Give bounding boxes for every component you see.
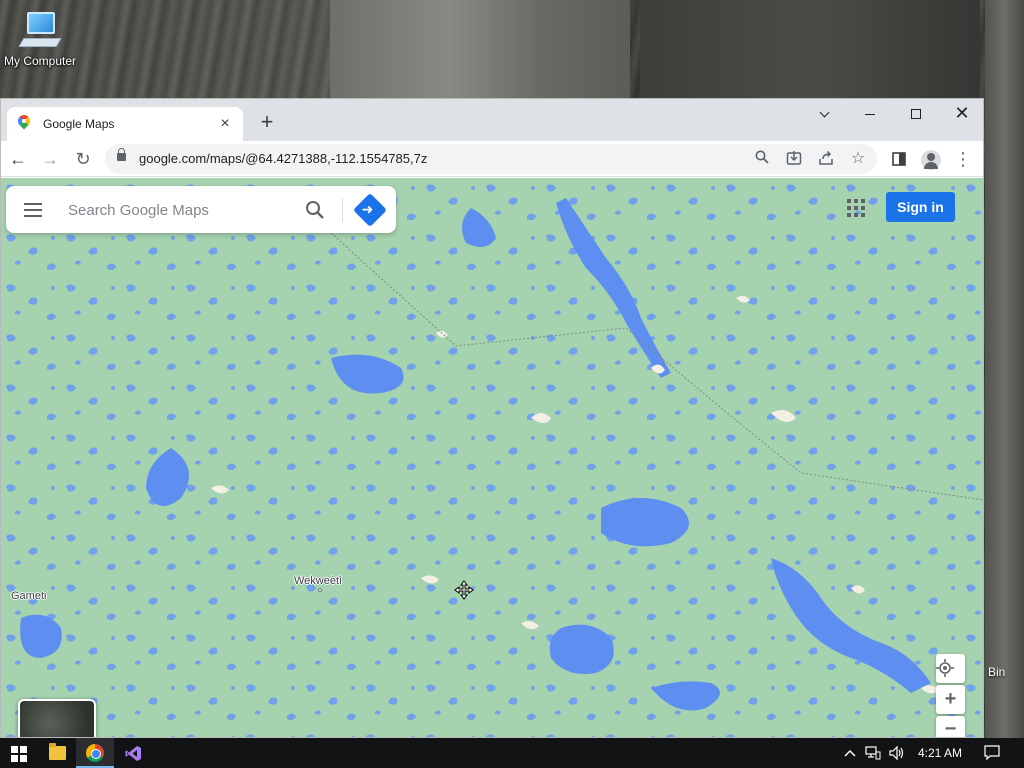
tab-close-icon[interactable]: ×: [217, 116, 233, 132]
side-panel-button[interactable]: [887, 147, 911, 171]
minimize-button[interactable]: [847, 99, 893, 129]
visual-studio-icon: [125, 746, 141, 761]
my-location-button[interactable]: [936, 654, 965, 683]
maximize-button[interactable]: [893, 99, 939, 129]
network-icon[interactable]: [864, 738, 882, 768]
chevron-down-icon: [819, 107, 829, 118]
close-icon: ✕: [954, 103, 970, 123]
tab-title: Google Maps: [43, 117, 115, 131]
start-button[interactable]: [0, 738, 38, 768]
search-divider: [342, 198, 343, 222]
place-marker-dot: [318, 588, 322, 592]
desktop-icon-my-computer[interactable]: My Computer: [2, 10, 78, 76]
sign-in-button[interactable]: Sign in: [886, 192, 955, 222]
taskbar-file-explorer[interactable]: [38, 738, 76, 768]
place-label-wekweeti[interactable]: Wekweètì: [294, 575, 342, 587]
maps-search-box[interactable]: Search Google Maps ➜: [6, 186, 396, 233]
tab-strip: Google Maps × + ✕: [1, 99, 983, 141]
bookmark-star-icon[interactable]: ☆: [849, 150, 867, 168]
taskbar-visual-studio[interactable]: [114, 738, 152, 768]
google-apps-icon[interactable]: [847, 199, 865, 217]
address-url[interactable]: google.com/maps/@64.4271388,-112.1554785…: [139, 151, 427, 166]
windows-logo-icon: [11, 746, 27, 762]
share-icon[interactable]: [817, 150, 835, 168]
tab-search-button[interactable]: [801, 99, 847, 129]
browser-toolbar: ← → ↻ google.com/maps/@64.4271388,-112.1…: [1, 141, 983, 177]
place-label-gameti[interactable]: Gameti: [11, 590, 46, 602]
action-center-button[interactable]: [978, 738, 1006, 768]
close-window-button[interactable]: ✕: [939, 99, 983, 129]
desktop-icon-label: My Computer: [3, 54, 77, 68]
taskbar: 4:21 AM: [0, 738, 1024, 768]
map-terrain: [1, 178, 983, 737]
move-cursor-icon: [454, 580, 474, 600]
map-canvas[interactable]: Search Google Maps ➜ Sign in Wekweètì Ga…: [1, 178, 983, 737]
zoom-out-button[interactable]: −: [936, 716, 965, 737]
search-input[interactable]: Search Google Maps: [68, 202, 209, 219]
install-app-icon[interactable]: [785, 150, 803, 168]
minimize-icon: [865, 113, 875, 115]
google-maps-favicon-icon: [15, 112, 33, 133]
computer-icon: [18, 10, 62, 50]
wallpaper-rock: [330, 0, 630, 100]
chrome-menu-button[interactable]: ⋮: [951, 147, 975, 171]
reload-button[interactable]: ↻: [71, 147, 95, 171]
wallpaper-rock: [640, 0, 980, 100]
volume-icon[interactable]: [887, 738, 907, 768]
menu-icon[interactable]: [24, 203, 42, 217]
taskbar-chrome[interactable]: [76, 738, 114, 768]
tab-google-maps[interactable]: Google Maps ×: [7, 107, 243, 141]
chrome-window: Google Maps × + ✕ ← → ↻ google.com/maps/…: [0, 98, 984, 738]
profile-button[interactable]: [919, 147, 943, 171]
wallpaper-rock: [985, 0, 1024, 738]
taskbar-clock[interactable]: 4:21 AM: [912, 738, 968, 768]
desktop-icon-recycle-bin-label[interactable]: Bin: [988, 665, 1005, 679]
lock-icon[interactable]: [117, 148, 126, 161]
new-tab-button[interactable]: +: [255, 111, 279, 135]
search-icon[interactable]: [304, 199, 326, 221]
layers-toggle-satellite-thumbnail[interactable]: [18, 699, 96, 737]
show-hidden-icons-button[interactable]: [842, 738, 858, 768]
forward-button[interactable]: →: [38, 147, 62, 171]
back-button[interactable]: ←: [6, 147, 30, 171]
avatar-icon: [921, 150, 941, 171]
folder-icon: [49, 743, 66, 760]
chrome-icon: [86, 744, 104, 762]
directions-arrow-icon: ➜: [361, 201, 374, 218]
zoom-icon[interactable]: [753, 150, 771, 168]
directions-button[interactable]: ➜: [353, 193, 387, 227]
notification-icon: [984, 745, 1000, 761]
zoom-in-button[interactable]: +: [936, 685, 965, 714]
maximize-icon: [911, 109, 921, 120]
address-bar[interactable]: google.com/maps/@64.4271388,-112.1554785…: [105, 144, 877, 174]
